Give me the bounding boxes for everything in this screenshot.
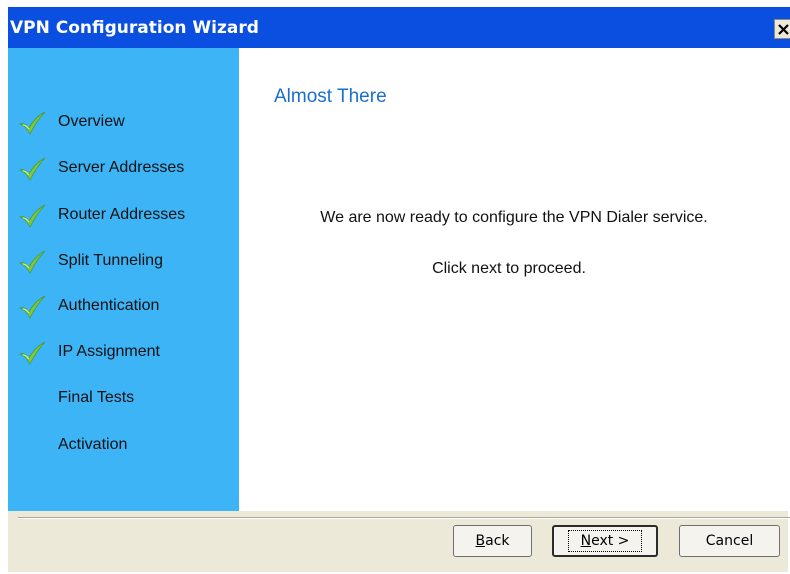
step-split-tunneling: Split Tunneling bbox=[18, 249, 233, 274]
checkmark-icon bbox=[18, 110, 48, 135]
wizard-steps-sidebar: Overview Server Addresses Router Address… bbox=[8, 48, 239, 511]
close-icon bbox=[778, 23, 789, 35]
back-button[interactable]: Back bbox=[453, 525, 532, 557]
checkmark-icon bbox=[18, 203, 48, 228]
cancel-button[interactable]: Cancel bbox=[679, 525, 780, 557]
close-button[interactable] bbox=[774, 19, 790, 39]
step-label: Activation bbox=[58, 436, 128, 453]
step-activation: Activation bbox=[18, 433, 233, 457]
step-label: Overview bbox=[58, 113, 125, 130]
next-button[interactable]: Next > bbox=[552, 525, 658, 557]
page-heading: Almost There bbox=[274, 86, 387, 107]
ready-message: We are now ready to configure the VPN Di… bbox=[320, 209, 708, 226]
back-button-label: Back bbox=[475, 533, 510, 549]
step-overview: Overview bbox=[18, 110, 233, 135]
checkmark-icon bbox=[18, 340, 48, 365]
step-label: IP Assignment bbox=[58, 343, 160, 360]
step-label: Split Tunneling bbox=[58, 252, 163, 269]
step-router-addresses: Router Addresses bbox=[18, 203, 233, 228]
footer-divider bbox=[18, 517, 790, 519]
title-bar: VPN Configuration Wizard bbox=[8, 7, 790, 48]
checkmark-icon bbox=[18, 294, 48, 319]
step-authentication: Authentication bbox=[18, 294, 233, 319]
wizard-content: Almost There We are now ready to configu… bbox=[239, 48, 790, 511]
step-label: Final Tests bbox=[58, 389, 135, 406]
step-label: Authentication bbox=[58, 297, 160, 314]
next-button-label: Next > bbox=[567, 530, 643, 552]
step-final-tests: Final Tests bbox=[18, 386, 233, 410]
checkmark-icon bbox=[18, 249, 48, 274]
step-server-addresses: Server Addresses bbox=[18, 156, 233, 181]
step-label: Server Addresses bbox=[58, 159, 185, 176]
proceed-instruction: Click next to proceed. bbox=[432, 260, 586, 277]
window-title: VPN Configuration Wizard bbox=[10, 18, 259, 38]
checkmark-icon bbox=[18, 156, 48, 181]
wizard-window: VPN Configuration Wizard Overview Server… bbox=[8, 7, 790, 572]
step-ip-assignment: IP Assignment bbox=[18, 340, 233, 365]
step-label: Router Addresses bbox=[58, 206, 186, 223]
